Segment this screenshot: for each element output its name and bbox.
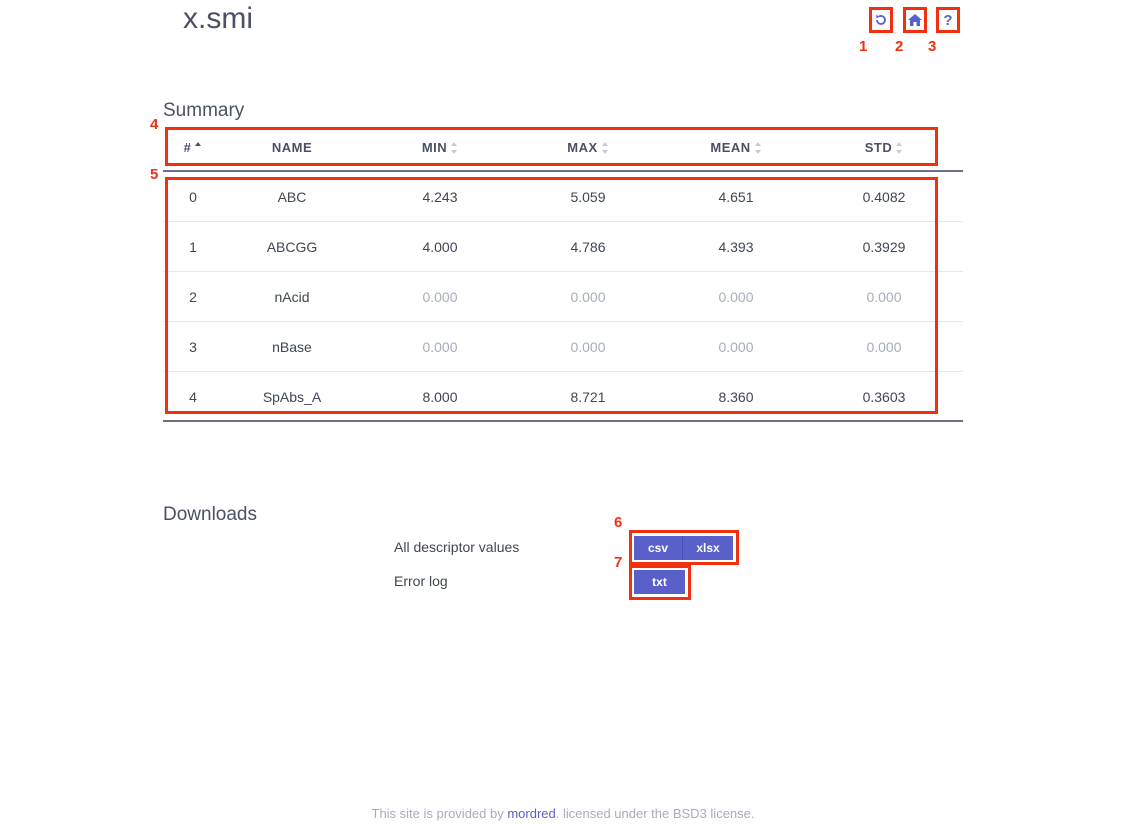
home-button[interactable] <box>903 7 927 33</box>
home-icon <box>908 14 922 26</box>
descriptor-values-label: All descriptor values <box>394 539 520 555</box>
table-footer-divider <box>163 420 963 422</box>
table-row: 4 SpAbs_A 8.000 8.721 8.360 0.3603 <box>189 389 906 405</box>
help-button[interactable]: ? <box>936 7 960 33</box>
sort-icon <box>896 141 903 154</box>
table-row: 0 ABC 4.243 5.059 4.651 0.4082 <box>163 172 963 222</box>
summary-title: Summary <box>163 100 245 121</box>
annotation-marker: 1 <box>859 38 868 55</box>
downloads-title: Downloads <box>163 504 257 525</box>
help-icon: ? <box>943 11 953 29</box>
annotation-marker: 6 <box>614 514 623 531</box>
error-log-label: Error log <box>394 573 448 589</box>
footer: This site is provided by mordred. licens… <box>371 806 755 821</box>
table-row: 3 nBase 0.000 0.000 0.000 0.000 <box>163 322 963 372</box>
table-row: 1 ABCGG 4.000 4.786 4.393 0.3929 <box>163 222 963 272</box>
table-row: 2 nAcid 0.000 0.000 0.000 0.000 <box>163 272 963 322</box>
column-header-name[interactable]: NAME <box>222 140 362 155</box>
column-header-max[interactable]: MAX <box>528 140 648 155</box>
column-header-min[interactable]: MIN <box>380 140 500 155</box>
mordred-link[interactable]: mordred <box>507 806 555 821</box>
sort-icon <box>451 141 458 154</box>
annotation-marker: 7 <box>614 554 623 571</box>
sort-icon <box>754 141 762 154</box>
txt-download-button[interactable]: txt <box>634 570 685 594</box>
xlsx-download-button[interactable]: xlsx <box>683 536 733 560</box>
annotation-marker: 2 <box>895 38 904 55</box>
sort-icon <box>601 141 609 154</box>
sort-asc-icon <box>195 141 202 154</box>
annotation-marker: 5 <box>150 166 159 183</box>
column-header-index[interactable]: # <box>163 140 223 155</box>
annotation-marker: 3 <box>928 38 937 55</box>
reload-button[interactable] <box>869 7 893 33</box>
column-header-std[interactable]: STD <box>824 140 944 155</box>
reload-icon <box>876 15 886 25</box>
csv-download-button[interactable]: csv <box>634 536 683 560</box>
page-title: x.smi <box>183 2 253 35</box>
annotation-marker: 4 <box>150 116 159 133</box>
column-header-mean[interactable]: MEAN <box>676 140 796 155</box>
